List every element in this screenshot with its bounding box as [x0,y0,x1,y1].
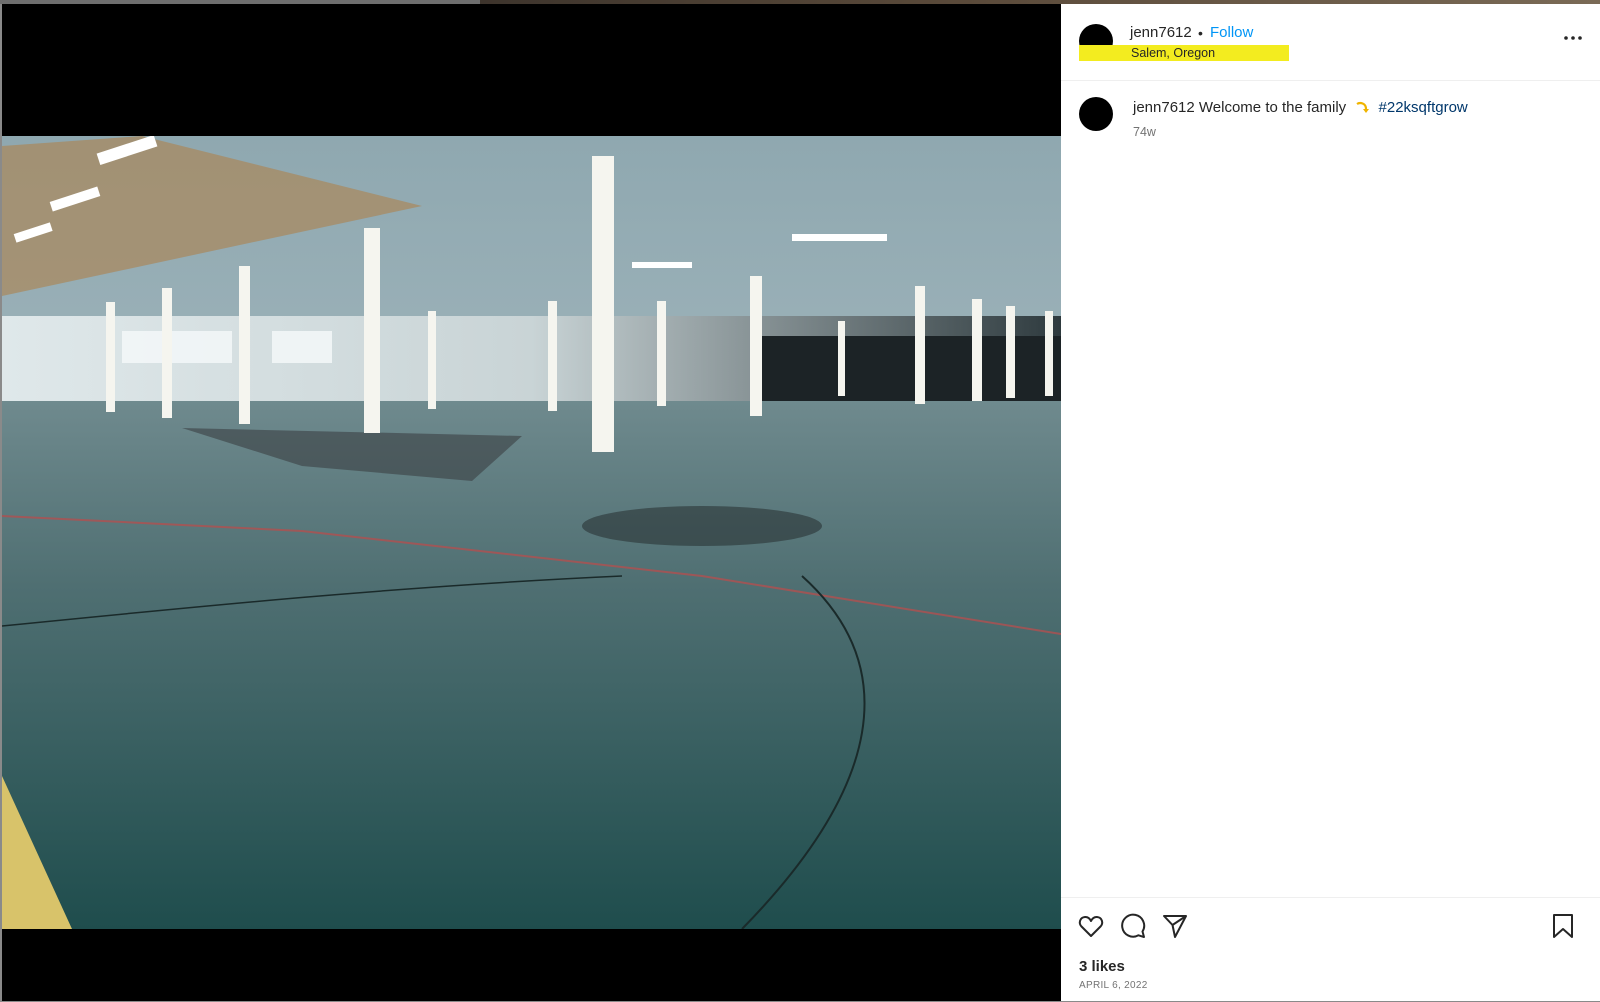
post-caption: jenn7612 Welcome to the family #22ksqftg… [1133,98,1468,116]
post-sidebar: jenn7612 • Follow Salem, Oregon jenn7612… [1061,4,1600,1001]
post-date: APRIL 6, 2022 [1079,980,1148,991]
follow-button[interactable]: Follow [1210,24,1253,41]
hooking-arrow-emoji [1354,98,1370,114]
caption-username[interactable]: jenn7612 [1133,99,1195,116]
heart-icon[interactable] [1077,912,1105,940]
likes-count[interactable]: 3 likes [1079,958,1125,975]
post-location[interactable]: Salem, Oregon [1131,46,1215,60]
post-photo [2,136,1061,929]
bookmark-icon[interactable] [1549,912,1577,940]
more-options-icon[interactable] [1561,26,1585,50]
share-icon[interactable] [1161,912,1189,940]
caption-text: Welcome to the family [1198,99,1347,116]
post-time-ago: 74w [1133,125,1156,139]
post-header: jenn7612 • Follow Salem, Oregon [1061,4,1600,81]
post-media[interactable] [2,4,1061,1001]
comment-icon[interactable] [1119,912,1147,940]
post-actions: 3 likes APRIL 6, 2022 [1061,897,1600,1002]
caption-hashtag[interactable]: #22ksqftgrow [1379,99,1468,116]
author-username[interactable]: jenn7612 [1130,24,1192,41]
separator-dot: • [1198,25,1203,41]
caption-avatar[interactable] [1079,97,1113,131]
warehouse-photo [2,136,1061,929]
